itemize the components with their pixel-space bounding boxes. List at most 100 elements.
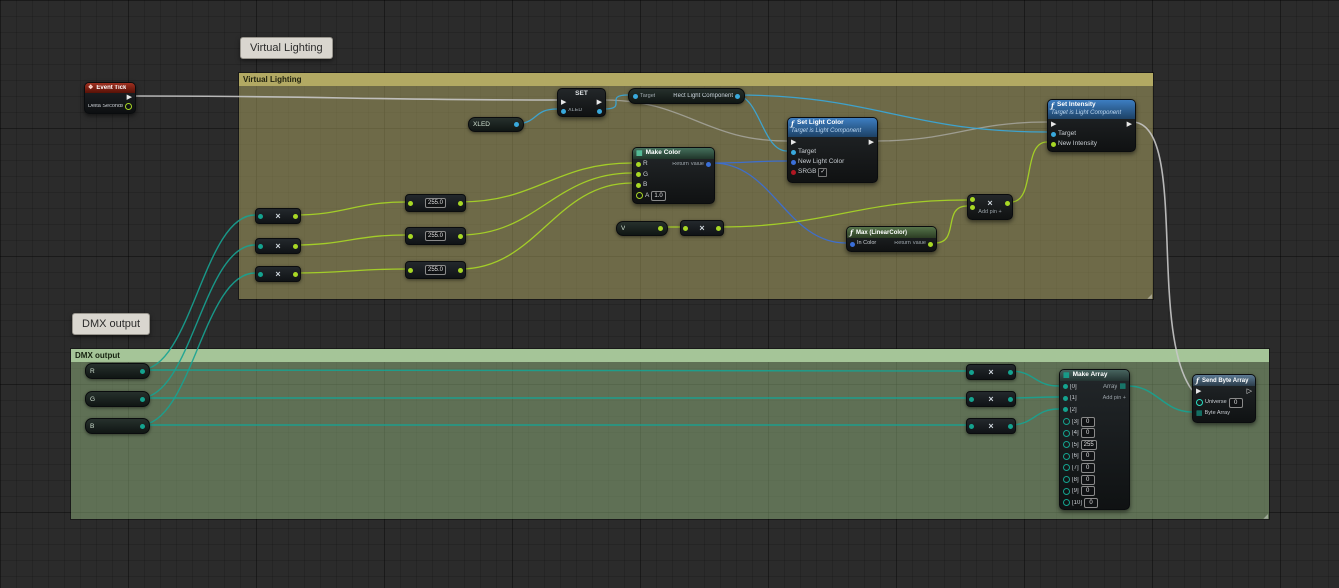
element-pin[interactable] xyxy=(1063,488,1070,495)
comment-header[interactable]: Virtual Lighting xyxy=(239,73,1153,86)
component-out-pin[interactable] xyxy=(735,94,740,99)
output-pin[interactable] xyxy=(1008,370,1013,375)
element-value-field[interactable]: 0 xyxy=(1081,486,1095,496)
element-pin[interactable] xyxy=(1063,499,1070,506)
byte-array-pin[interactable]: ▦ xyxy=(1196,410,1203,417)
return-value-pin[interactable] xyxy=(928,242,933,247)
set-intensity-node[interactable]: ƒSet Intensity Target is Light Component… xyxy=(1047,99,1136,152)
multiply-node[interactable]: × xyxy=(255,238,301,254)
srgb-checkbox[interactable]: ✓ xyxy=(818,168,827,177)
input-pin-b[interactable] xyxy=(970,205,975,210)
output-pin[interactable] xyxy=(140,369,145,374)
multiply-intensity-node[interactable]: × Add pin + xyxy=(967,194,1013,220)
xled-in-pin[interactable] xyxy=(561,109,566,114)
input-pin[interactable] xyxy=(258,214,263,219)
exec-out-pin[interactable]: ▶ xyxy=(1127,121,1132,128)
exec-out-pin[interactable]: ▷ xyxy=(1247,388,1252,395)
target-pin[interactable] xyxy=(1051,132,1056,137)
output-pin[interactable] xyxy=(140,397,145,402)
in-color-pin[interactable] xyxy=(850,242,855,247)
node-header[interactable]: ƒSet Intensity Target is Light Component xyxy=(1048,100,1135,119)
output-pin[interactable] xyxy=(514,122,519,127)
element-pin[interactable] xyxy=(1063,384,1068,389)
exec-out-pin[interactable]: ▶ xyxy=(597,99,602,106)
max-linearcolor-node[interactable]: ƒ Max (LinearColor) In Color Return Valu… xyxy=(846,226,937,252)
input-pin[interactable] xyxy=(258,244,263,249)
input-pin-a[interactable] xyxy=(970,197,975,202)
get-v-node[interactable]: V xyxy=(616,221,668,236)
delta-seconds-pin[interactable] xyxy=(125,103,132,110)
multiply-node[interactable]: × xyxy=(255,266,301,282)
divisor-value-field[interactable]: 255.0 xyxy=(425,231,446,241)
element-value-field[interactable]: 0 xyxy=(1081,428,1095,438)
xled-out-pin[interactable] xyxy=(597,109,602,114)
exec-out-pin[interactable]: ▶ xyxy=(869,139,874,146)
input-pin[interactable] xyxy=(408,234,413,239)
element-value-field[interactable]: 0 xyxy=(1081,463,1095,473)
add-pin-button[interactable]: Add pin + xyxy=(1103,395,1126,402)
srgb-pin[interactable] xyxy=(791,170,796,175)
comment-header[interactable]: DMX output xyxy=(71,349,1269,362)
node-header[interactable]: ▦ Make Color xyxy=(633,148,714,159)
output-pin[interactable] xyxy=(458,234,463,239)
get-r-node[interactable]: R xyxy=(85,363,150,379)
divide-node[interactable]: 255.0 xyxy=(405,227,466,245)
make-array-node[interactable]: ▦ Make Array [0] Array▦ [1] Add pin + [2… xyxy=(1059,369,1130,510)
resize-handle-icon[interactable]: ◢ xyxy=(1263,513,1268,520)
input-pin[interactable] xyxy=(258,272,263,277)
output-pin[interactable] xyxy=(458,201,463,206)
divide-node[interactable]: 255.0 xyxy=(405,194,466,212)
node-header[interactable]: ❖ Event Tick xyxy=(85,83,135,93)
element-pin[interactable] xyxy=(1063,407,1068,412)
exec-in-pin[interactable]: ▶ xyxy=(791,139,796,146)
output-pin[interactable] xyxy=(716,226,721,231)
element-pin[interactable] xyxy=(1063,396,1068,401)
node-header[interactable]: ƒ Max (LinearColor) xyxy=(847,227,936,238)
get-rect-light-component-node[interactable]: Target Rect Light Component xyxy=(628,88,745,104)
element-value-field[interactable]: 255 xyxy=(1081,440,1097,450)
divisor-value-field[interactable]: 255.0 xyxy=(425,198,446,208)
multiply-node[interactable]: × xyxy=(966,364,1016,380)
multiply-node[interactable]: × xyxy=(255,208,301,224)
output-pin[interactable] xyxy=(293,244,298,249)
r-pin[interactable] xyxy=(636,162,641,167)
divisor-value-field[interactable]: 255.0 xyxy=(425,265,446,275)
element-value-field[interactable]: 0 xyxy=(1081,451,1095,461)
get-b-node[interactable]: B xyxy=(85,418,150,434)
output-pin[interactable] xyxy=(458,268,463,273)
set-light-color-node[interactable]: ƒSet Light Color Target is Light Compone… xyxy=(787,117,878,183)
output-pin[interactable] xyxy=(1008,424,1013,429)
universe-value-field[interactable]: 0 xyxy=(1229,398,1243,408)
element-value-field[interactable]: 0 xyxy=(1081,417,1095,427)
input-pin[interactable] xyxy=(969,424,974,429)
get-xled-node[interactable]: XLED xyxy=(468,117,524,132)
input-pin[interactable] xyxy=(408,201,413,206)
a-value-field[interactable]: 1.0 xyxy=(651,191,665,201)
element-value-field[interactable]: 0 xyxy=(1081,475,1095,485)
exec-out-pin[interactable]: ▶ xyxy=(127,94,132,101)
array-out-pin[interactable]: ▦ xyxy=(1119,383,1126,390)
exec-in-pin[interactable]: ▶ xyxy=(1196,388,1201,395)
node-header[interactable]: ƒ Send Byte Array xyxy=(1193,375,1255,386)
new-intensity-pin[interactable] xyxy=(1051,142,1056,147)
event-tick-node[interactable]: ❖ Event Tick ▶ Delta Seconds xyxy=(84,82,136,114)
g-pin[interactable] xyxy=(636,172,641,177)
send-byte-array-node[interactable]: ƒ Send Byte Array ▶ ▷ Universe0 ▦Byte Ar… xyxy=(1192,374,1256,423)
multiply-node[interactable]: × xyxy=(966,418,1016,434)
input-pin[interactable] xyxy=(683,226,688,231)
output-pin[interactable] xyxy=(658,226,663,231)
input-pin[interactable] xyxy=(408,268,413,273)
universe-pin[interactable] xyxy=(1196,399,1203,406)
multiply-node[interactable]: × xyxy=(680,220,724,236)
element-pin[interactable] xyxy=(1063,430,1070,437)
a-pin[interactable] xyxy=(636,192,643,199)
element-pin[interactable] xyxy=(1063,453,1070,460)
element-value-field[interactable]: 0 xyxy=(1084,498,1098,508)
make-color-node[interactable]: ▦ Make Color R Return Value G B A1.0 xyxy=(632,147,715,204)
resize-handle-icon[interactable]: ◢ xyxy=(1147,293,1152,300)
node-header[interactable]: ▦ Make Array xyxy=(1060,370,1129,381)
blueprint-graph[interactable]: Virtual Lighting ◢ DMX output ◢ ❖ Event … xyxy=(0,0,1339,588)
target-pin[interactable] xyxy=(633,94,638,99)
output-pin[interactable] xyxy=(140,424,145,429)
output-pin[interactable] xyxy=(293,272,298,277)
